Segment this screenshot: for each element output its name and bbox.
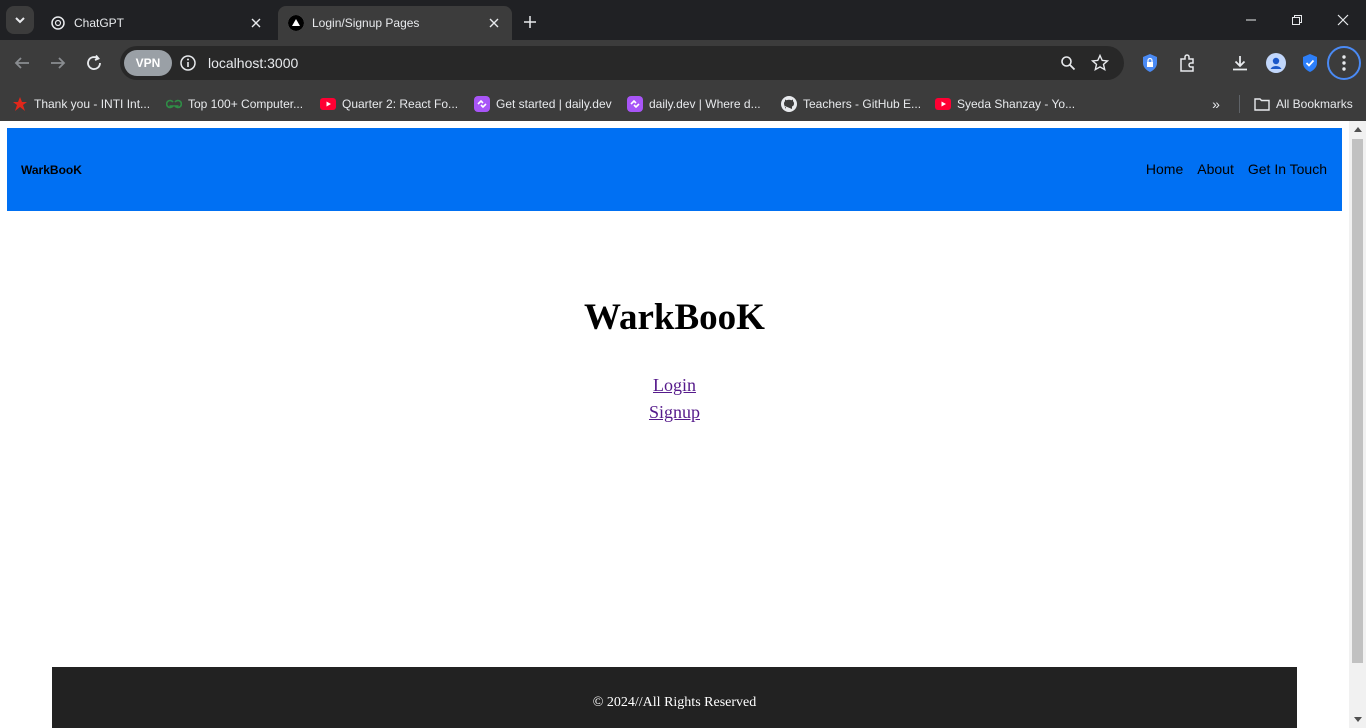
tab-login-signup[interactable]: Login/Signup Pages bbox=[278, 6, 512, 40]
profile-avatar-icon[interactable] bbox=[1264, 51, 1288, 75]
scroll-up-arrow-icon[interactable] bbox=[1349, 121, 1366, 138]
close-window-button[interactable] bbox=[1320, 0, 1366, 40]
more-bookmarks-button[interactable]: » bbox=[1206, 96, 1226, 112]
footer-copyright: © 2024//All Rights Reserved bbox=[592, 695, 757, 710]
signup-link[interactable]: Signup bbox=[649, 399, 700, 426]
bookmark-label: Syeda Shanzay - Yo... bbox=[957, 97, 1076, 111]
all-bookmarks-label: All Bookmarks bbox=[1276, 97, 1353, 111]
tab-strip: ChatGPT Login/Signup Pages bbox=[0, 0, 1366, 40]
auth-links: Login Signup bbox=[0, 372, 1349, 426]
site-info-icon[interactable] bbox=[178, 53, 198, 73]
bookmark-item[interactable]: Quarter 2: React Fo... bbox=[320, 92, 458, 116]
tab-chatgpt[interactable]: ChatGPT bbox=[40, 6, 274, 40]
close-tab-icon[interactable] bbox=[246, 13, 266, 33]
nextjs-triangle-icon bbox=[288, 15, 304, 31]
restore-button[interactable] bbox=[1274, 0, 1320, 40]
password-manager-icon[interactable] bbox=[1138, 51, 1162, 75]
forward-button[interactable] bbox=[44, 49, 72, 77]
bookmark-label: daily.dev | Where d... bbox=[649, 97, 761, 111]
bookmark-label: Get started | daily.dev bbox=[496, 97, 612, 111]
url-text: localhost:3000 bbox=[208, 55, 299, 71]
address-bar[interactable]: VPN localhost:3000 bbox=[120, 46, 1124, 80]
bookmark-label: Quarter 2: React Fo... bbox=[342, 97, 459, 111]
scrollbar-thumb[interactable] bbox=[1352, 139, 1363, 663]
reload-icon bbox=[87, 54, 101, 70]
browser-toolbar: VPN localhost:3000 bbox=[0, 40, 1366, 86]
bookmark-item[interactable]: Syeda Shanzay - Yo... bbox=[935, 92, 1075, 116]
bookmarks-bar: Thank you - INTI Int... Top 100+ Compute… bbox=[0, 86, 1366, 121]
nav-link-home[interactable]: Home bbox=[1146, 161, 1183, 177]
youtube-icon bbox=[935, 96, 951, 112]
minimize-button[interactable] bbox=[1228, 0, 1274, 40]
minimize-icon bbox=[1246, 19, 1256, 21]
security-shield-extension-icon[interactable] bbox=[1298, 51, 1322, 75]
bookmark-item[interactable]: Top 100+ Computer... bbox=[166, 92, 303, 116]
reload-button[interactable] bbox=[80, 49, 108, 77]
nav-link-get-in-touch[interactable]: Get In Touch bbox=[1248, 161, 1327, 177]
arrow-left-icon bbox=[14, 57, 29, 69]
gfg-icon bbox=[166, 96, 182, 112]
tab-search-button[interactable] bbox=[6, 6, 34, 34]
vertical-scrollbar[interactable] bbox=[1349, 121, 1366, 728]
bookmark-label: Thank you - INTI Int... bbox=[34, 97, 151, 111]
back-button[interactable] bbox=[8, 49, 36, 77]
nav-link-about[interactable]: About bbox=[1197, 161, 1234, 177]
tab-title: ChatGPT bbox=[74, 16, 125, 30]
browser-menu-button[interactable] bbox=[1327, 46, 1361, 80]
close-tab-icon[interactable] bbox=[484, 13, 504, 33]
download-icon[interactable] bbox=[1228, 51, 1252, 75]
extensions-puzzle-icon[interactable] bbox=[1175, 51, 1199, 75]
nav-links: Home About Get In Touch bbox=[1146, 161, 1327, 177]
dailydev-icon bbox=[627, 96, 643, 112]
tab-title: Login/Signup Pages bbox=[312, 16, 420, 30]
bookmark-star-icon[interactable] bbox=[1090, 53, 1110, 73]
bookmark-item[interactable]: Thank you - INTI Int... bbox=[12, 92, 150, 116]
all-bookmarks-button[interactable]: All Bookmarks bbox=[1254, 92, 1353, 116]
bookmark-item[interactable]: Teachers - GitHub E... bbox=[781, 92, 921, 116]
login-link[interactable]: Login bbox=[653, 372, 696, 399]
bookmark-item[interactable]: daily.dev | Where d... bbox=[627, 92, 761, 116]
inti-icon bbox=[12, 96, 28, 112]
scroll-down-arrow-icon[interactable] bbox=[1349, 711, 1366, 728]
bookmark-label: Top 100+ Computer... bbox=[188, 97, 304, 111]
plus-icon bbox=[524, 16, 536, 28]
restore-icon bbox=[1292, 15, 1302, 25]
site-brand[interactable]: WarkBooK bbox=[21, 163, 82, 177]
site-navbar: WarkBooK Home About Get In Touch bbox=[7, 128, 1342, 211]
close-icon bbox=[1337, 14, 1349, 26]
vpn-label: VPN bbox=[135, 56, 161, 70]
bookmarks-divider bbox=[1239, 95, 1240, 113]
bookmark-item[interactable]: Get started | daily.dev bbox=[474, 92, 612, 116]
zoom-icon[interactable] bbox=[1058, 53, 1078, 73]
site-footer: © 2024//All Rights Reserved bbox=[52, 667, 1297, 728]
chevron-down-icon bbox=[15, 17, 25, 24]
vpn-button[interactable]: VPN bbox=[124, 50, 172, 76]
new-tab-button[interactable] bbox=[518, 10, 542, 34]
bookmark-label: Teachers - GitHub E... bbox=[803, 97, 922, 111]
kebab-menu-icon bbox=[1342, 55, 1346, 71]
dailydev-icon bbox=[474, 96, 490, 112]
chatgpt-icon bbox=[50, 15, 66, 31]
page-title: WarkBooK bbox=[584, 297, 765, 338]
folder-icon bbox=[1254, 96, 1270, 112]
youtube-icon bbox=[320, 96, 336, 112]
page-viewport: WarkBooK Home About Get In Touch WarkBoo… bbox=[0, 121, 1349, 728]
github-icon bbox=[781, 96, 797, 112]
arrow-right-icon bbox=[51, 57, 66, 69]
